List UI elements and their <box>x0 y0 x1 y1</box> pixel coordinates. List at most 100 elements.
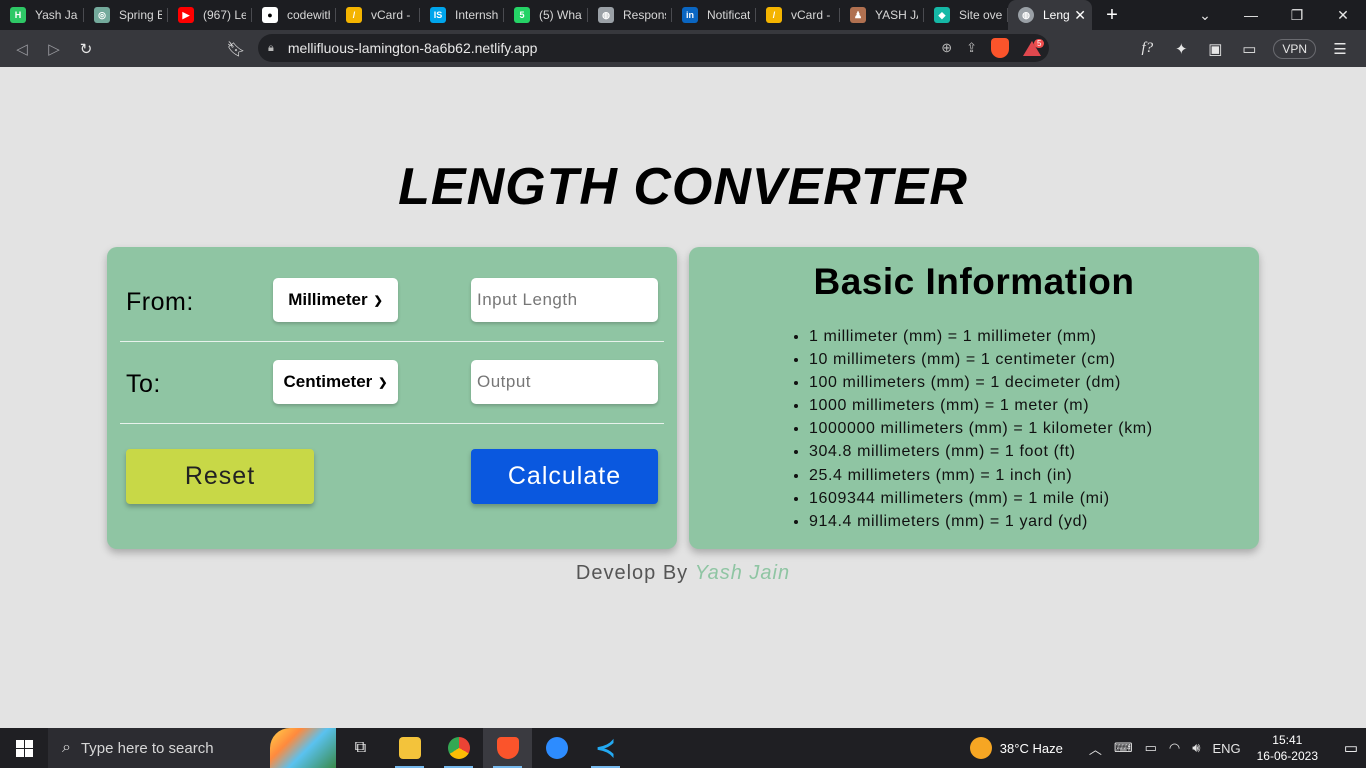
browser-tab[interactable]: IS Internsha <box>420 0 504 30</box>
taskbar-brave[interactable] <box>483 728 532 768</box>
task-view-button[interactable]: ⧉ <box>336 728 385 768</box>
browser-tab[interactable]: / vCard - P <box>336 0 420 30</box>
share-icon[interactable]: ⇪ <box>966 40 977 56</box>
profile-icon: ♟ <box>850 7 866 23</box>
meet-now-icon[interactable]: ⌨ <box>1114 740 1133 756</box>
input-length-field[interactable] <box>471 278 658 322</box>
address-bar[interactable]: 🔒︎ mellifluous-lamington-8a6b62.netlify.… <box>258 34 1049 62</box>
hackerrank-icon: H <box>10 7 26 23</box>
sidebar-icon[interactable]: ▣ <box>1199 40 1231 58</box>
github-icon: ● <box>262 7 278 23</box>
browser-tab[interactable]: ♟ YASH JA <box>840 0 924 30</box>
from-unit-select[interactable]: Millimeter ❯ <box>273 278 398 322</box>
close-tab-icon[interactable]: ✕ <box>1074 7 1086 24</box>
browser-tab[interactable]: in Notificat <box>672 0 756 30</box>
tab-title: Internsha <box>455 8 498 22</box>
globe-icon: ◍ <box>598 7 614 23</box>
show-hidden-icons-chevron-icon[interactable]: ︿ <box>1089 739 1102 758</box>
info-title: Basic Information <box>813 261 1135 302</box>
info-item: 1609344 millimeters (mm) = 1 mile (mi) <box>809 487 1153 510</box>
volume-icon[interactable]: 🔊︎ <box>1192 740 1200 756</box>
tab-title: Yash Jain <box>35 8 78 22</box>
brave-icon <box>496 737 519 759</box>
vcard-icon: / <box>766 7 782 23</box>
info-item: 10 millimeters (mm) = 1 centimeter (cm) <box>809 348 1153 371</box>
taskbar-zoom[interactable] <box>532 728 581 768</box>
window-controls: ⌄ — ❐ ✕ <box>1182 0 1366 30</box>
tab-active[interactable]: ◍ Leng ✕ <box>1008 0 1092 30</box>
browser-tab[interactable]: 5 (5) What <box>504 0 588 30</box>
language-indicator[interactable]: ENG <box>1212 741 1240 756</box>
calculate-button[interactable]: Calculate <box>471 449 658 504</box>
brave-rewards-icon[interactable]: 5 <box>1023 38 1045 56</box>
to-unit-value: Centimeter <box>283 372 373 391</box>
from-label: From: <box>126 288 194 316</box>
basic-information-card: Basic Information 1 millimeter (mm) = 1 … <box>689 247 1259 549</box>
extensions-icon[interactable]: ✦ <box>1165 40 1197 58</box>
tab-title: YASH JA <box>875 8 918 22</box>
browser-tab[interactable]: ◎ Spring Bo <box>84 0 168 30</box>
taskbar-chrome[interactable] <box>434 728 483 768</box>
tab-title: vCard - P <box>791 8 834 22</box>
page-content: LENGTH CONVERTER From: Millimeter ❯ To: … <box>0 67 1366 728</box>
internshala-icon: IS <box>430 7 446 23</box>
to-unit-select[interactable]: Centimeter ❯ <box>273 360 398 404</box>
taskbar-search[interactable]: ⌕ Type here to search <box>48 728 336 768</box>
zoom-icon[interactable]: ⊕ <box>941 40 952 56</box>
browser-tab[interactable]: ● codewith <box>252 0 336 30</box>
info-item: 1000 millimeters (mm) = 1 meter (m) <box>809 394 1153 417</box>
weather-widget[interactable]: 38°C Haze <box>969 737 1063 759</box>
taskbar-vscode[interactable]: ≺ <box>581 728 630 768</box>
clock[interactable]: 15:41 16-06-2023 <box>1257 732 1318 764</box>
reset-button[interactable]: Reset <box>126 449 314 504</box>
folder-icon <box>398 737 421 759</box>
vscode-icon: ≺ <box>595 734 616 762</box>
globe-icon: ◍ <box>1018 7 1034 23</box>
bookmark-icon[interactable]: 🔖︎ <box>220 34 252 64</box>
from-unit-value: Millimeter <box>288 290 368 309</box>
divider <box>120 423 664 424</box>
tab-title: (5) What <box>539 8 582 22</box>
tab-search-chevron-icon[interactable]: ⌄ <box>1182 0 1228 30</box>
menu-icon[interactable]: ☰ <box>1324 40 1356 58</box>
taskbar-file-explorer[interactable] <box>385 728 434 768</box>
tab-title: vCard - P <box>371 8 414 22</box>
close-window-button[interactable]: ✕ <box>1320 0 1366 30</box>
browser-tab[interactable]: ◍ Respons <box>588 0 672 30</box>
info-item: 1000000 millimeters (mm) = 1 kilometer (… <box>809 417 1153 440</box>
divider <box>120 341 664 342</box>
minimize-button[interactable]: — <box>1228 0 1274 30</box>
restore-button[interactable]: ❐ <box>1274 0 1320 30</box>
search-icon: ⌕ <box>62 739 71 756</box>
formula-extension-icon[interactable]: f? <box>1131 40 1163 57</box>
forward-button[interactable]: ▷ <box>38 34 70 64</box>
wifi-icon[interactable]: ◠ <box>1169 740 1180 756</box>
browser-tab[interactable]: ◆ Site over <box>924 0 1008 30</box>
browser-tab[interactable]: / vCard - P <box>756 0 840 30</box>
task-view-icon: ⧉ <box>354 739 367 756</box>
netlify-icon: ◆ <box>934 7 950 23</box>
search-highlight-icon <box>270 728 336 768</box>
weather-text: 38°C Haze <box>999 740 1063 756</box>
reload-button[interactable]: ↻ <box>70 34 102 64</box>
new-tab-button[interactable]: + <box>1092 0 1132 30</box>
start-button[interactable] <box>0 728 48 768</box>
wallet-icon[interactable]: ▭ <box>1233 40 1265 58</box>
chrome-icon <box>447 737 470 759</box>
system-tray: 38°C Haze ︿ ⌨ ▭ ◠ 🔊︎ ENG 15:41 16-06-202… <box>969 728 1366 768</box>
browser-tab-strip: H Yash Jain ◎ Spring Bo ▶ (967) Let ● codewith /… <box>0 0 1366 30</box>
footer-prefix: Develop By <box>575 562 689 584</box>
info-item: 1 millimeter (mm) = 1 millimeter (mm) <box>809 325 1153 348</box>
openai-icon: ◎ <box>94 7 110 23</box>
vpn-button[interactable]: VPN <box>1273 38 1316 59</box>
browser-tab[interactable]: H Yash Jain <box>0 0 84 30</box>
browser-toolbar: ◁ ▷ ↻ 🔖︎ 🔒︎ mellifluous-lamington-8a6b62… <box>0 30 1366 67</box>
battery-icon[interactable]: ▭ <box>1145 740 1157 756</box>
notifications-icon[interactable]: ▭ <box>1336 739 1366 757</box>
browser-tab[interactable]: ▶ (967) Let <box>168 0 252 30</box>
output-field[interactable] <box>471 360 658 404</box>
tab-title: Spring Bo <box>119 8 162 22</box>
brave-shields-icon[interactable] <box>991 38 1009 58</box>
tab-title: Leng <box>1043 8 1070 22</box>
back-button[interactable]: ◁ <box>6 34 38 64</box>
